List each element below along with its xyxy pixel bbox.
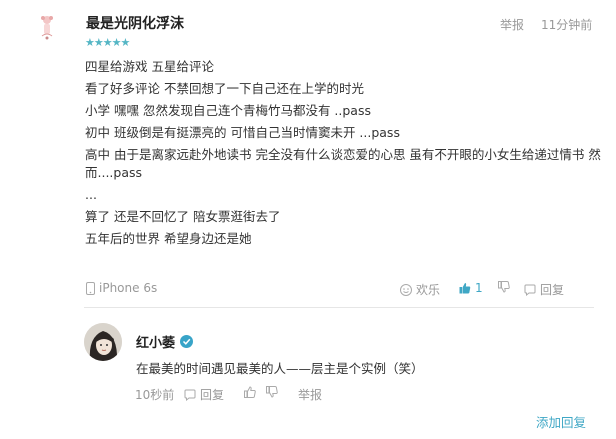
rating-stars: ★★★★★ <box>85 36 130 49</box>
reply-timestamp: 10秒前 <box>135 386 174 403</box>
comment-line: 五年后的世界 希望身边还是她 <box>85 231 252 246</box>
commenter-avatar[interactable] <box>32 12 62 42</box>
comment-body: 四星给游戏 五星给评论 看了好多评论 不禁回想了一下自己还在上学的时光 小学 嘿… <box>85 55 605 248</box>
comment-line: 高中 由于是离家远赴外地读书 完全没有什么谈恋爱的心思 虽有不开眼的小女生给递过… <box>85 147 601 180</box>
comment-timestamp: 11分钟前 <box>541 18 593 32</box>
thumbs-down-icon <box>266 386 278 398</box>
comment-line: 看了好多评论 不禁回想了一下自己还在上学的时光 <box>85 81 364 96</box>
smile-icon <box>400 283 412 296</box>
happy-label: 欢乐 <box>416 283 441 297</box>
comment-line: 四星给游戏 五星给评论 <box>85 59 214 74</box>
like-count: 1 <box>475 281 483 295</box>
like-button[interactable]: 1 <box>459 281 483 295</box>
add-reply-link[interactable]: 添加回复 <box>536 412 586 431</box>
reply-button[interactable]: 回复 <box>524 281 564 298</box>
reply-avatar[interactable] <box>84 323 122 361</box>
device-name: iPhone 6s <box>99 281 158 295</box>
comment-bubble-icon <box>524 284 536 296</box>
avatar-portrait-icon <box>84 323 122 361</box>
comment-line: 小学 嘿嘿 忽然发现自己连个青梅竹马都没有 ..pass <box>85 103 371 118</box>
phone-icon <box>86 281 95 295</box>
divider <box>84 307 594 308</box>
dislike-button[interactable] <box>498 281 510 293</box>
avatar-illustration-icon <box>32 12 62 42</box>
reply-text: 在最美的时间遇见最美的人——层主是个实例（笑） <box>136 361 424 376</box>
device-tag: iPhone 6s <box>86 281 157 295</box>
reply-report-label: 举报 <box>298 388 323 402</box>
comment-line: ... <box>85 187 97 202</box>
report-link[interactable]: 举报 <box>500 16 524 33</box>
thumbs-up-icon <box>244 386 256 398</box>
comment-line: 算了 还是不回忆了 陪女票逛街去了 <box>85 209 281 224</box>
thumbs-down-icon <box>498 281 510 293</box>
reply-reply-label: 回复 <box>200 388 225 402</box>
happy-button[interactable]: 欢乐 <box>400 281 440 298</box>
reply-username[interactable]: 红小萎 <box>136 332 175 351</box>
thumbs-up-icon <box>459 283 471 294</box>
commenter-username[interactable]: 最是光阴化浮沫 <box>86 13 184 33</box>
reply-time: 10秒前 <box>135 388 175 402</box>
reply-label: 回复 <box>540 283 565 297</box>
reply-dislike-button[interactable] <box>266 386 278 398</box>
reply-like-button[interactable] <box>244 386 256 398</box>
reply-report-link[interactable]: 举报 <box>298 386 322 403</box>
reply-username-row: 红小萎 <box>136 332 194 351</box>
comment-line: 初中 班级倒是有挺漂亮的 可惜自己当时情窦未开 ...pass <box>85 125 400 140</box>
comment-bubble-icon <box>184 389 196 401</box>
verified-icon <box>180 335 194 348</box>
reply-reply-button[interactable]: 回复 <box>184 386 224 403</box>
